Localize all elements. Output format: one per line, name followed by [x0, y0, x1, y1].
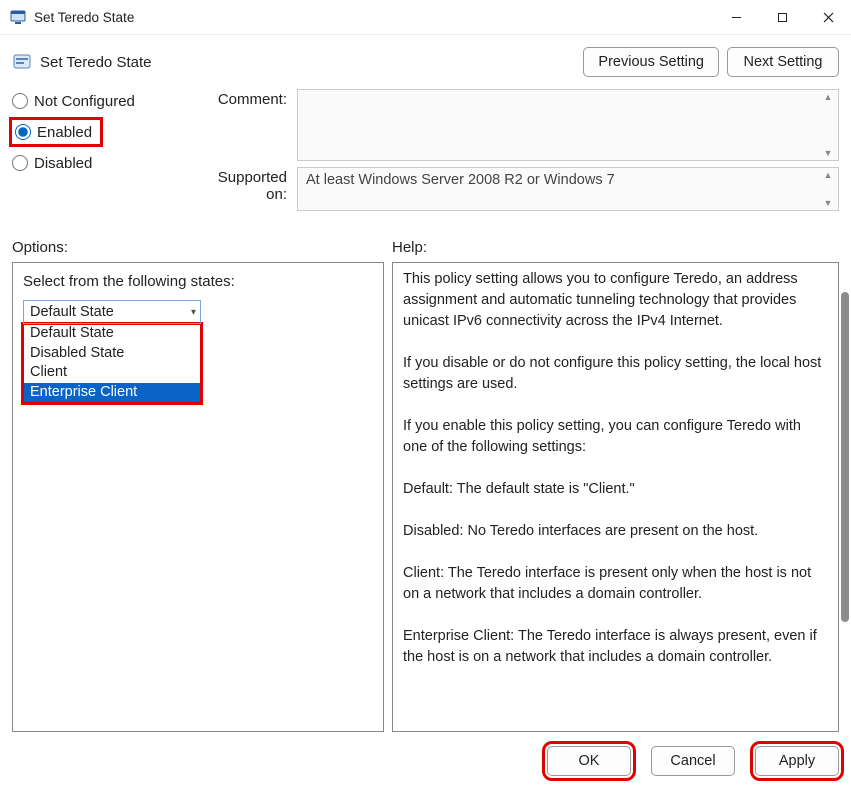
footer-buttons: OK Cancel Apply: [0, 732, 851, 790]
options-pane: Select from the following states: Defaul…: [12, 262, 384, 732]
dropdown-item[interactable]: Disabled State: [24, 344, 200, 364]
help-pane: This policy setting allows you to config…: [392, 262, 839, 732]
comment-label: Comment:: [202, 89, 297, 161]
window: Set Teredo State Set Teredo State Previo…: [0, 0, 851, 790]
combobox-value: Default State: [30, 304, 114, 320]
header-row: Set Teredo State Previous Setting Next S…: [0, 35, 851, 83]
help-scrollbar[interactable]: [841, 292, 849, 622]
dropdown-item[interactable]: Client: [24, 363, 200, 383]
policy-name: Set Teredo State: [40, 54, 151, 71]
chevron-down-icon: ▾: [191, 307, 196, 318]
supported-on-label: Supported on:: [202, 167, 297, 211]
cancel-button[interactable]: Cancel: [651, 746, 735, 776]
scroll-arrows: ▲▼: [820, 92, 836, 158]
titlebar: Set Teredo State: [0, 0, 851, 35]
help-label: Help:: [392, 239, 839, 256]
app-icon: [10, 9, 26, 25]
radio-enabled[interactable]: Enabled: [15, 124, 92, 140]
radio-label: Not Configured: [34, 94, 135, 109]
config-area: Not Configured Enabled Disabled Comment:…: [0, 83, 851, 217]
policy-icon: [12, 52, 32, 72]
mid-labels: Options: Help:: [0, 217, 851, 262]
help-text: This policy setting allows you to config…: [403, 271, 825, 665]
state-radios: Not Configured Enabled Disabled: [12, 89, 202, 217]
lower-panes: Select from the following states: Defaul…: [0, 262, 851, 732]
close-button[interactable]: [805, 0, 851, 34]
radio-not-configured[interactable]: Not Configured: [12, 93, 202, 109]
dropdown-item[interactable]: Default State: [24, 324, 200, 344]
scroll-arrows: ▲▼: [820, 170, 836, 208]
options-prompt: Select from the following states:: [23, 273, 373, 290]
comment-field[interactable]: ▲▼: [297, 89, 839, 161]
minimize-button[interactable]: [713, 0, 759, 34]
options-label: Options:: [12, 239, 392, 256]
next-setting-button[interactable]: Next Setting: [727, 47, 839, 77]
radio-disabled[interactable]: Disabled: [12, 155, 202, 171]
apply-button[interactable]: Apply: [755, 746, 839, 776]
radio-label: Disabled: [34, 156, 92, 171]
supported-on-field: At least Windows Server 2008 R2 or Windo…: [297, 167, 839, 211]
radio-label: Enabled: [37, 125, 92, 140]
state-combobox[interactable]: Default State ▾: [23, 300, 201, 324]
previous-setting-button[interactable]: Previous Setting: [583, 47, 719, 77]
state-dropdown-list[interactable]: Default State Disabled State Client Ente…: [23, 324, 201, 403]
supported-on-text: At least Windows Server 2008 R2 or Windo…: [306, 172, 615, 188]
maximize-button[interactable]: [759, 0, 805, 34]
dropdown-item[interactable]: Enterprise Client: [24, 383, 200, 403]
window-title: Set Teredo State: [34, 10, 134, 25]
ok-button[interactable]: OK: [547, 746, 631, 776]
